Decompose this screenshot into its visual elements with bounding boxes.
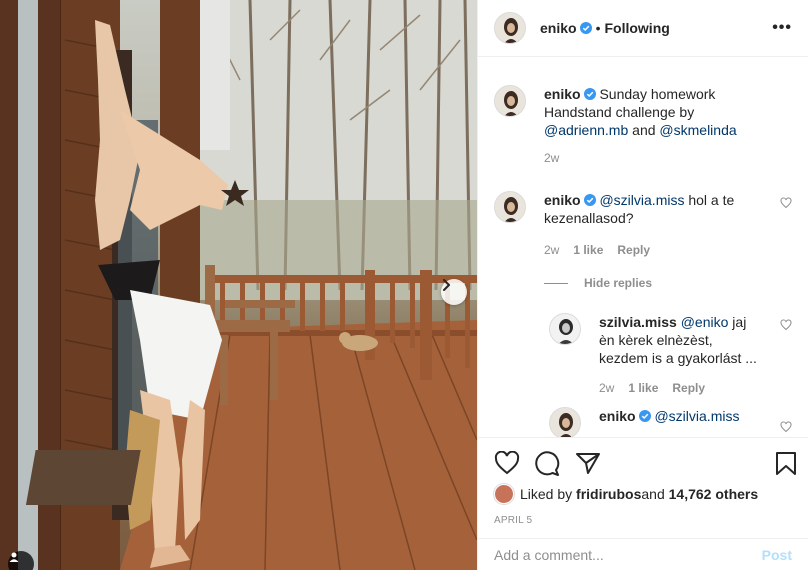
verified-badge-icon bbox=[579, 22, 592, 34]
handstand-photo-illustration bbox=[0, 0, 477, 570]
reply-button[interactable]: Reply bbox=[617, 243, 650, 257]
reply-avatar[interactable] bbox=[549, 407, 581, 437]
hide-replies-line bbox=[544, 282, 568, 284]
likes-summary: Liked by fridirubos and 14,762 others bbox=[494, 484, 792, 504]
reply-button[interactable]: Reply bbox=[672, 381, 705, 395]
separator-dot: • bbox=[595, 20, 601, 36]
comments-list[interactable]: eniko Sunday homework Handstand challeng… bbox=[478, 57, 808, 437]
likes-count[interactable]: 14,762 others bbox=[669, 486, 759, 502]
hide-replies-button[interactable]: Hide replies bbox=[544, 276, 652, 290]
comment-time[interactable]: 2w bbox=[544, 243, 559, 257]
reply: szilvia.miss @eniko jaj èn kèrek elnèzès… bbox=[549, 313, 792, 397]
caption-and: and bbox=[628, 122, 660, 138]
post-header: eniko • Following ••• bbox=[478, 0, 808, 57]
like-comment-heart-icon[interactable] bbox=[780, 319, 792, 331]
verified-badge-icon bbox=[583, 194, 596, 206]
post-side-panel: eniko • Following ••• eniko Sunday homew… bbox=[477, 0, 808, 570]
reply-username[interactable]: eniko bbox=[599, 408, 636, 424]
comment-likes[interactable]: 1 like bbox=[573, 243, 603, 257]
caption-avatar[interactable] bbox=[494, 85, 526, 117]
hide-replies-label: Hide replies bbox=[584, 276, 653, 290]
chevron-right-icon bbox=[443, 279, 450, 291]
next-photo-button[interactable] bbox=[441, 279, 467, 305]
author-avatar[interactable] bbox=[494, 12, 526, 44]
comment: eniko @szilvia.miss hol a te kezenallaso… bbox=[494, 191, 792, 259]
add-comment-bar: Post bbox=[478, 538, 808, 570]
comment-avatar[interactable] bbox=[494, 191, 526, 223]
caption: eniko Sunday homework Handstand challeng… bbox=[494, 85, 792, 167]
reply-likes[interactable]: 1 like bbox=[628, 381, 658, 395]
likes-middle: and bbox=[641, 486, 665, 502]
more-options-icon[interactable]: ••• bbox=[772, 19, 792, 37]
mention-link[interactable]: @szilvia.miss bbox=[599, 192, 684, 208]
person-tag-icon bbox=[9, 552, 19, 562]
mention-link[interactable]: @skmelinda bbox=[659, 122, 736, 138]
reply-time[interactable]: 2w bbox=[599, 381, 614, 395]
following-button[interactable]: Following bbox=[604, 20, 669, 36]
save-bookmark-icon[interactable] bbox=[775, 451, 797, 475]
comment-username[interactable]: eniko bbox=[544, 192, 581, 208]
caption-username[interactable]: eniko bbox=[544, 86, 581, 102]
tagged-people-button[interactable] bbox=[8, 551, 34, 570]
verified-badge-icon bbox=[583, 88, 596, 100]
reply-avatar[interactable] bbox=[549, 313, 581, 345]
comment-input[interactable] bbox=[494, 546, 762, 563]
like-comment-heart-icon[interactable] bbox=[780, 421, 792, 433]
post-comment-button[interactable]: Post bbox=[762, 547, 792, 563]
mention-link[interactable]: @szilvia.miss bbox=[654, 408, 739, 424]
post-photo[interactable] bbox=[0, 0, 477, 570]
comment-bubble-icon[interactable] bbox=[534, 451, 560, 477]
like-heart-icon[interactable] bbox=[494, 451, 520, 475]
caption-time[interactable]: 2w bbox=[544, 151, 559, 165]
likes-prefix: Liked by bbox=[520, 486, 573, 502]
mention-link[interactable]: @adrienn.mb bbox=[544, 122, 628, 138]
liker-username[interactable]: fridirubos bbox=[576, 486, 641, 502]
mention-link[interactable]: @eniko bbox=[681, 314, 729, 330]
action-bar bbox=[478, 437, 808, 487]
verified-badge-icon bbox=[638, 410, 651, 422]
author-username[interactable]: eniko bbox=[540, 20, 577, 36]
reply: eniko @szilvia.miss bbox=[549, 407, 792, 437]
like-comment-heart-icon[interactable] bbox=[780, 197, 792, 209]
liker-avatar[interactable] bbox=[494, 484, 514, 504]
post-date[interactable]: APRIL 5 bbox=[494, 515, 532, 526]
share-direct-icon[interactable] bbox=[575, 451, 601, 475]
reply-username[interactable]: szilvia.miss bbox=[599, 314, 677, 330]
